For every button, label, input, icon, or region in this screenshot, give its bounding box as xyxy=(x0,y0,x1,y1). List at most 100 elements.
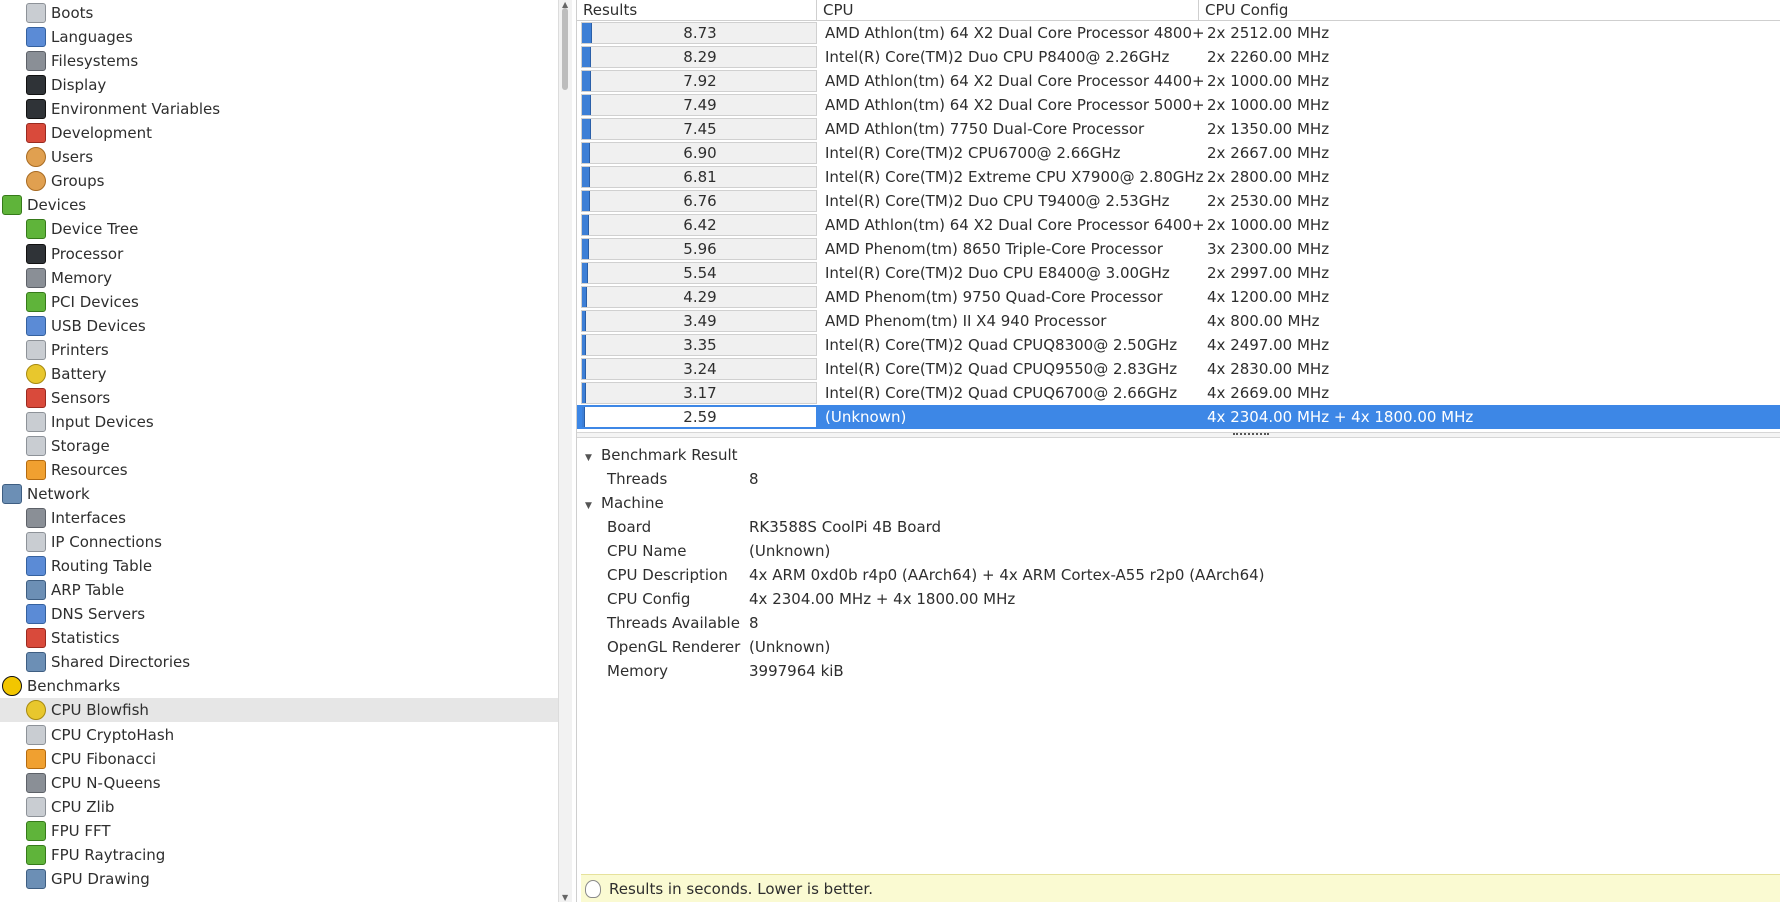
sidebar-item-dns-servers[interactable]: DNS Servers xyxy=(0,602,558,626)
sidebar-item-printers[interactable]: Printers xyxy=(0,338,558,362)
expander-arrow-icon[interactable]: ▼ xyxy=(585,494,595,518)
column-header-cpu[interactable]: CPU xyxy=(817,0,1199,21)
sidebar-item-boots[interactable]: Boots xyxy=(0,1,558,25)
section-benchmark-result[interactable]: ▼ Benchmark Result xyxy=(585,443,738,467)
sidebar-tree: Boots Languages Filesystems Display Environm… xyxy=(0,0,558,902)
sidebar-item-device-tree[interactable]: Device Tree xyxy=(0,217,558,241)
sidebar-item-routing-table[interactable]: Routing Table xyxy=(0,554,558,578)
table-row[interactable]: 6.76 Intel(R) Core(TM)2 Duo CPU T9400@ 2.… xyxy=(577,189,1780,213)
sidebar-item-label: Network xyxy=(27,485,90,503)
table-row[interactable]: 8.29 Intel(R) Core(TM)2 Duo CPU P8400@ 2.… xyxy=(577,45,1780,69)
cpu-cell: Intel(R) Core(TM)2 Quad CPUQ8300@ 2.50GH… xyxy=(825,336,1178,354)
detail-key: Memory xyxy=(607,662,669,680)
sidebar-item-label: FPU FFT xyxy=(51,821,111,840)
sidebar-item-cpu-blowfish[interactable]: CPU Blowfish xyxy=(0,698,558,723)
sidebar-item-input-devices[interactable]: Input Devices xyxy=(0,410,558,434)
table-row[interactable]: 7.92 AMD Athlon(tm) 64 X2 Dual Core Proce… xyxy=(577,69,1780,93)
table-row[interactable]: 5.96 AMD Phenom(tm) 8650 Triple-Core Proc… xyxy=(577,237,1780,261)
sidebar-item-label: IP Connections xyxy=(51,533,162,552)
sidebar-item-shared-directories[interactable]: Shared Directories xyxy=(0,650,558,674)
column-header-results[interactable]: Results xyxy=(577,0,817,21)
cpu-config-cell: 4x 2304.00 MHz + 4x 1800.00 MHz xyxy=(1207,408,1474,426)
users-icon xyxy=(26,147,46,168)
table-row[interactable]: 7.49 AMD Athlon(tm) 64 X2 Dual Core Proce… xyxy=(577,93,1780,117)
pane-divider[interactable] xyxy=(577,432,1780,438)
table-row[interactable]: 3.49 AMD Phenom(tm) II X4 940 Processor 4x… xyxy=(577,309,1780,333)
sidebar-item-display[interactable]: Display xyxy=(0,73,558,97)
sidebar-item-users[interactable]: Users xyxy=(0,145,558,169)
toolbox-icon xyxy=(26,123,46,144)
sidebar-item-arp-table[interactable]: ARP Table xyxy=(0,578,558,602)
sidebar-item-statistics[interactable]: Statistics xyxy=(0,626,558,650)
sidebar-item-label: GPU Drawing xyxy=(51,869,150,888)
sidebar-item-usb-devices[interactable]: USB Devices xyxy=(0,314,558,338)
sidebar-item-battery[interactable]: Battery xyxy=(0,362,558,386)
detail-key: Board xyxy=(607,518,652,536)
sidebar-item-storage[interactable]: Storage xyxy=(0,434,558,458)
sidebar-item-groups[interactable]: Groups xyxy=(0,169,558,193)
table-row[interactable]: 3.17 Intel(R) Core(TM)2 Quad CPUQ6700@ 2.… xyxy=(577,381,1780,405)
usb-icon xyxy=(26,315,46,336)
sidebar-item-sensors[interactable]: Sensors xyxy=(0,386,558,410)
sidebar-item-ip-connections[interactable]: IP Connections xyxy=(0,530,558,554)
sidebar-item-development[interactable]: Development xyxy=(0,121,558,145)
sidebar-item-label: DNS Servers xyxy=(51,605,146,624)
sidebar-item-interfaces[interactable]: Interfaces xyxy=(0,506,558,530)
table-row[interactable]: 6.81 Intel(R) Core(TM)2 Extreme CPU X7900… xyxy=(577,165,1780,189)
sidebar-item-label: Device Tree xyxy=(51,220,139,239)
detail-value: 4x 2304.00 MHz + 4x 1800.00 MHz xyxy=(749,590,1016,608)
sidebar-item-label: Groups xyxy=(51,172,105,191)
sidebar-item-devices[interactable]: Devices xyxy=(0,193,558,217)
result-cell: 2.59 xyxy=(581,406,817,428)
sidebar-item-cpu-zlib[interactable]: CPU Zlib xyxy=(0,795,558,819)
cpu-cell: AMD Phenom(tm) II X4 940 Processor xyxy=(825,312,1107,330)
sidebar-item-network[interactable]: Network xyxy=(0,482,558,506)
detail-value: 8 xyxy=(749,470,759,488)
table-row[interactable]: 2.59 (Unknown) 4x 2304.00 MHz + 4x 1800.00… xyxy=(577,405,1780,429)
plug-icon xyxy=(26,532,46,553)
cpu-cell: AMD Athlon(tm) 64 X2 Dual Core Processor… xyxy=(825,96,1205,114)
sidebar-item-fpu-fft[interactable]: FPU FFT xyxy=(0,819,558,843)
cpu-cell: Intel(R) Core(TM)2 Duo CPU P8400@ 2.26GH… xyxy=(825,48,1170,66)
sidebar-item-filesystems[interactable]: Filesystems xyxy=(0,49,558,73)
sidebar-item-cpu-cryptohash[interactable]: CPU CryptoHash xyxy=(0,723,558,747)
expander-arrow-icon[interactable]: ▼ xyxy=(585,446,595,470)
column-header-cpu-config[interactable]: CPU Config xyxy=(1199,0,1780,21)
table-row[interactable]: 4.29 AMD Phenom(tm) 9750 Quad-Core Proces… xyxy=(577,285,1780,309)
detail-value: (Unknown) xyxy=(749,542,831,560)
sidebar-item-languages[interactable]: Languages xyxy=(0,25,558,49)
blowfish-icon xyxy=(26,700,46,721)
sidebar-item-memory[interactable]: Memory xyxy=(0,266,558,290)
sidebar-item-environment-variables[interactable]: Environment Variables xyxy=(0,97,558,121)
table-row[interactable]: 8.73 AMD Athlon(tm) 64 X2 Dual Core Proce… xyxy=(577,21,1780,45)
sidebar-item-pci-devices[interactable]: PCI Devices xyxy=(0,290,558,314)
sidebar-item-cpu-fibonacci[interactable]: CPU Fibonacci xyxy=(0,747,558,771)
cpu-cell: AMD Athlon(tm) 7750 Dual-Core Processor xyxy=(825,120,1145,138)
table-row[interactable]: 3.35 Intel(R) Core(TM)2 Quad CPUQ8300@ 2.… xyxy=(577,333,1780,357)
disk-icon xyxy=(26,435,46,456)
sidebar-item-processor[interactable]: Processor xyxy=(0,242,558,266)
battery-icon xyxy=(26,363,46,384)
table-row[interactable]: 6.90 Intel(R) Core(TM)2 CPU6700@ 2.66GHz 2… xyxy=(577,141,1780,165)
cpu-config-cell: 2x 2260.00 MHz xyxy=(1207,48,1330,66)
table-row[interactable]: 6.42 AMD Athlon(tm) 64 X2 Dual Core Proce… xyxy=(577,213,1780,237)
table-row[interactable]: 3.24 Intel(R) Core(TM)2 Quad CPUQ9550@ 2.… xyxy=(577,357,1780,381)
divider-grip-icon[interactable] xyxy=(1233,433,1269,437)
sidebar-item-gpu-drawing[interactable]: GPU Drawing xyxy=(0,867,558,891)
detail-key: OpenGL Renderer xyxy=(607,638,741,656)
sidebar-item-resources[interactable]: Resources xyxy=(0,458,558,482)
sidebar-item-label: Devices xyxy=(27,196,87,215)
detail-key: Threads Available xyxy=(607,614,740,632)
sidebar-item-benchmarks[interactable]: Benchmarks xyxy=(0,674,558,698)
detail-key: Threads xyxy=(607,470,668,488)
key-icon xyxy=(26,724,46,745)
detail-value: 3997964 kiB xyxy=(749,662,844,680)
table-row[interactable]: 5.54 Intel(R) Core(TM)2 Duo CPU E8400@ 3.… xyxy=(577,261,1780,285)
table-row[interactable]: 7.45 AMD Athlon(tm) 7750 Dual-Core Proces… xyxy=(577,117,1780,141)
sidebar-item-cpu-n-queens[interactable]: CPU N-Queens xyxy=(0,771,558,795)
scroll-down-icon[interactable]: ▼ xyxy=(562,893,568,902)
sidebar-item-fpu-raytracing[interactable]: FPU Raytracing xyxy=(0,843,558,867)
sidebar-scrollbar[interactable]: ▲ ▼ xyxy=(558,0,572,902)
scrollbar-thumb[interactable] xyxy=(562,8,568,90)
section-machine[interactable]: ▼ Machine xyxy=(585,491,664,515)
